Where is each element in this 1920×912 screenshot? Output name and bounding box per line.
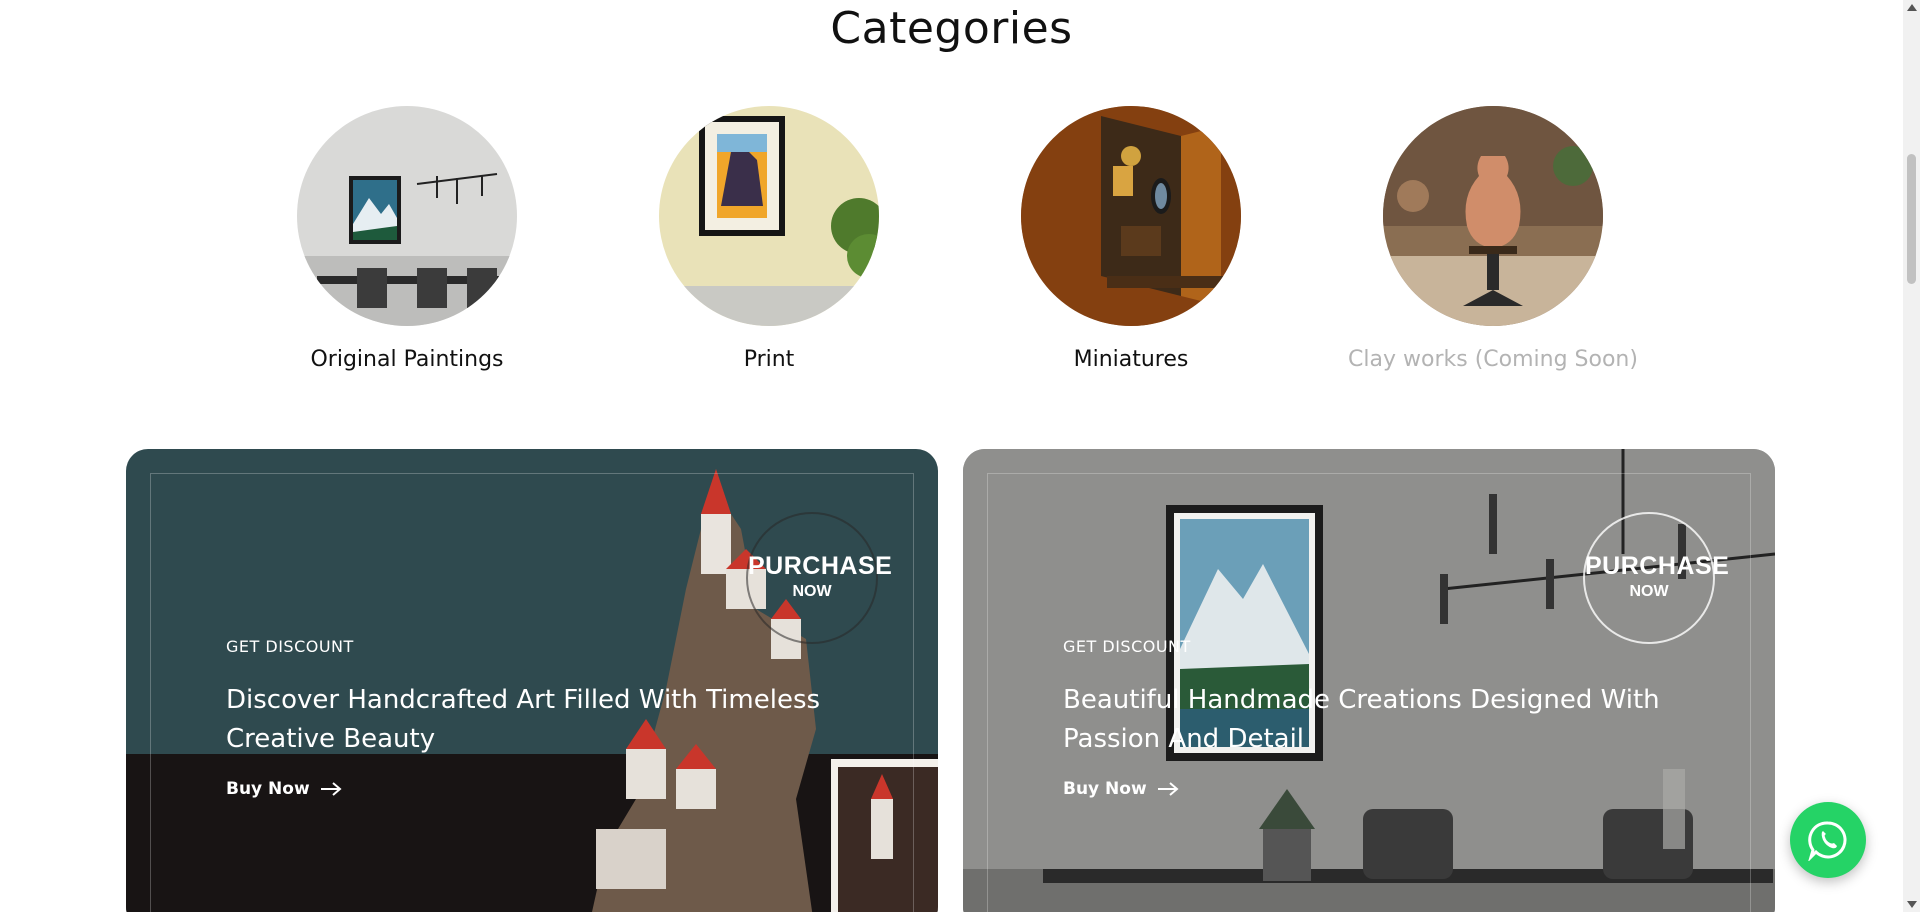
badge-line-2: NOW [792, 583, 832, 600]
arrow-right-icon [1157, 782, 1179, 796]
promo-eyebrow: GET DISCOUNT [1063, 637, 1191, 656]
category-image-miniatures[interactable] [1021, 106, 1241, 326]
buy-now-label: Buy Now [1063, 779, 1147, 799]
scrollbar-thumb[interactable] [1907, 154, 1916, 284]
scroll-up-arrow-icon[interactable] [1907, 4, 1917, 11]
scroll-down-arrow-icon[interactable] [1907, 901, 1917, 908]
badge-line-1: PURCHASE [1585, 552, 1730, 580]
promo-card-handcrafted[interactable]: PURCHASE NOW GET DISCOUNT Discover Handc… [126, 449, 938, 912]
buy-now-button[interactable]: Buy Now [1063, 779, 1179, 799]
whatsapp-icon [1808, 821, 1847, 861]
page: Categories Original Paintings Print Mini… [0, 0, 1903, 912]
buy-now-label: Buy Now [226, 779, 310, 799]
buy-now-button[interactable]: Buy Now [226, 779, 342, 799]
category-image-clay-works[interactable] [1383, 106, 1603, 326]
purchase-now-badge[interactable]: PURCHASE NOW [1583, 512, 1730, 644]
promo-eyebrow: GET DISCOUNT [226, 637, 354, 656]
page-scrollbar[interactable] [1903, 0, 1920, 912]
category-print[interactable]: Print [619, 106, 919, 374]
promo-headline: Beautiful Handmade Creations Designed Wi… [1063, 685, 1660, 754]
section-title: Categories [830, 3, 1073, 54]
promo-headline: Discover Handcrafted Art Filled With Tim… [226, 685, 821, 754]
badge-line-1: PURCHASE [748, 552, 893, 580]
badge-line-2: NOW [1629, 583, 1669, 600]
arrow-right-icon [320, 782, 342, 796]
purchase-now-badge[interactable]: PURCHASE NOW [746, 512, 893, 644]
category-image-original-paintings[interactable] [297, 106, 517, 326]
whatsapp-button[interactable] [1790, 802, 1866, 878]
category-label: Clay works (Coming Soon) [1348, 347, 1638, 372]
category-image-print[interactable] [659, 106, 879, 326]
promo-card-handmade[interactable]: PURCHASE NOW GET DISCOUNT Beautiful Hand… [963, 449, 1775, 912]
category-original-paintings[interactable]: Original Paintings [257, 106, 557, 374]
category-label: Original Paintings [310, 347, 504, 372]
category-miniatures[interactable]: Miniatures [981, 106, 1281, 374]
category-clay-works[interactable]: Clay works (Coming Soon) [1343, 106, 1643, 374]
category-label: Print [743, 347, 795, 372]
category-label: Miniatures [1073, 347, 1189, 372]
